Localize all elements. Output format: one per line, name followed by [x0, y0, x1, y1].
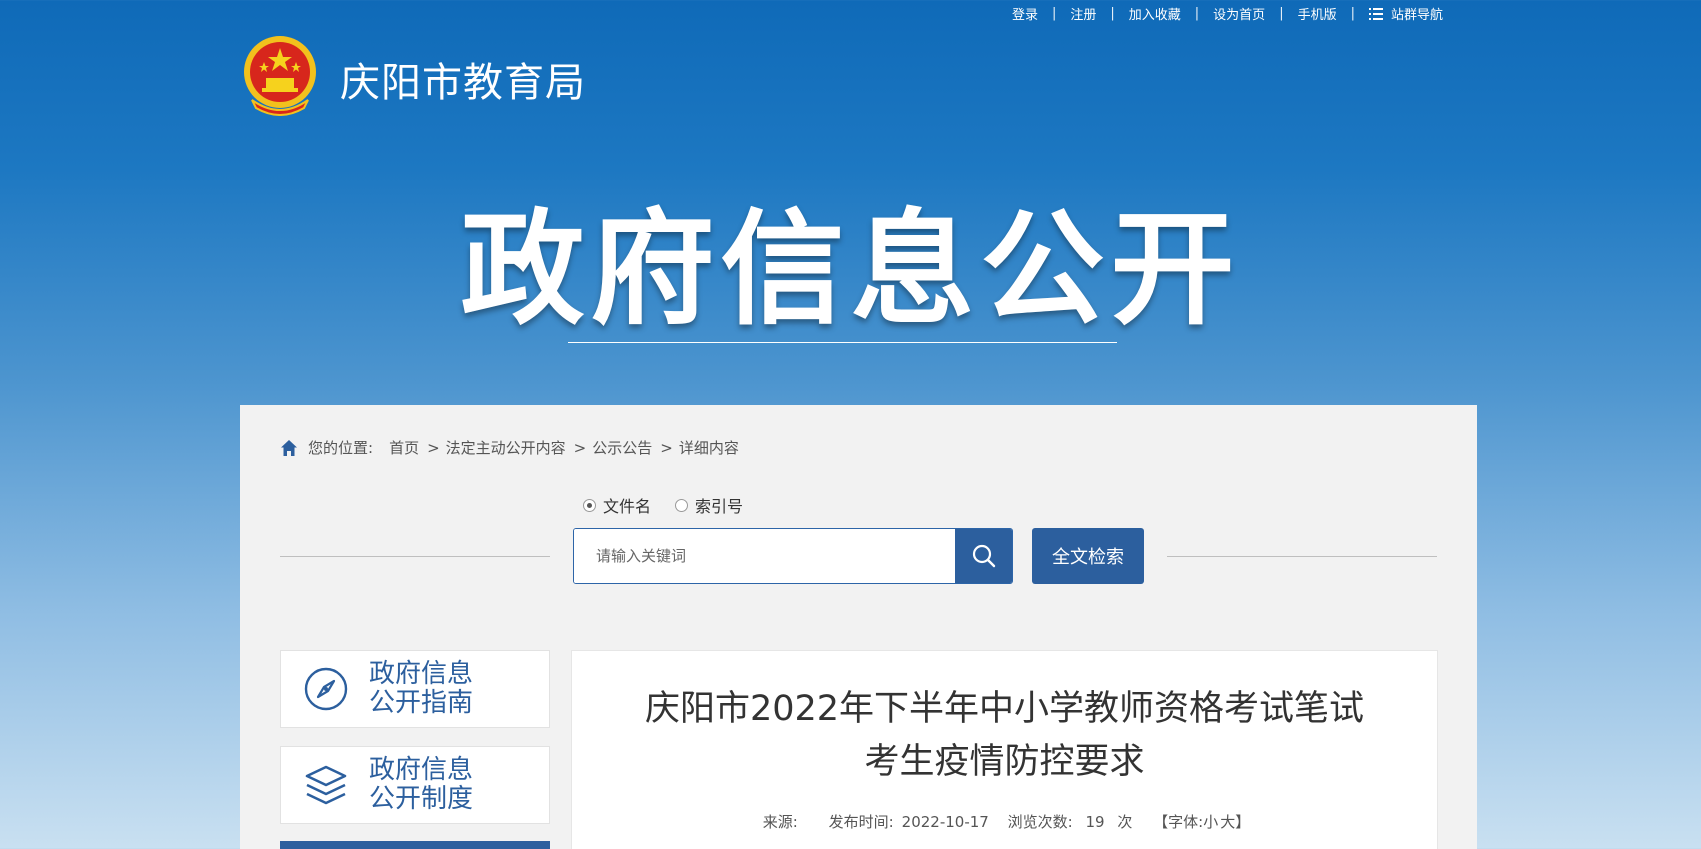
separator: |	[1051, 6, 1057, 21]
font-size-label: 【字体:	[1153, 813, 1204, 831]
site-nav-label: 站群导航	[1390, 8, 1443, 23]
font-large-button[interactable]: 大	[1220, 813, 1235, 831]
divider-left	[280, 556, 550, 557]
breadcrumb-separator: >	[427, 438, 440, 457]
full-text-search-button[interactable]: 全文检索	[1032, 528, 1144, 584]
main-panel: 您的位置: 首页 > 法定主动公开内容 > 公示公告 > 详细内容 文件名 索引…	[240, 405, 1477, 849]
sidebar-item-disclosure-system[interactable]: 政府信息公开制度	[280, 746, 550, 824]
home-icon	[281, 439, 297, 456]
radio-index-label: 索引号	[695, 497, 744, 516]
search-input[interactable]	[574, 529, 955, 583]
publish-date: 2022-10-17	[901, 813, 989, 831]
national-emblem-icon	[244, 36, 316, 116]
sidebar-item-active[interactable]	[280, 841, 550, 849]
set-homepage-link[interactable]: 设为首页	[1199, 4, 1279, 23]
breadcrumb-separator: >	[660, 438, 673, 457]
font-small-button[interactable]: 小	[1203, 813, 1218, 831]
site-name: 庆阳市教育局	[340, 60, 586, 106]
breadcrumb-legal-disclosure[interactable]: 法定主动公开内容	[446, 437, 566, 458]
search-icon	[972, 544, 995, 568]
sidebar-item-disclosure-guide[interactable]: 政府信息公开指南	[280, 650, 550, 728]
site-nav-link[interactable]: 站群导航	[1355, 4, 1457, 23]
search-box	[573, 528, 1013, 584]
divider-right	[1167, 556, 1437, 557]
views-label: 浏览次数:	[1007, 813, 1073, 831]
register-link[interactable]: 注册	[1056, 4, 1110, 23]
article-card: 庆阳市2022年下半年中小学教师资格考试笔试考生疫情防控要求 来源: 发布时间:…	[571, 650, 1438, 849]
radio-dot[interactable]	[675, 498, 689, 512]
radio-index-number[interactable]: 索引号	[675, 493, 743, 517]
source-label: 来源:	[762, 813, 798, 831]
breadcrumb-announcements[interactable]: 公示公告	[592, 437, 652, 458]
search-button[interactable]	[955, 529, 1012, 583]
separator: |	[1350, 6, 1355, 21]
layers-icon	[305, 765, 347, 805]
separator: |	[1279, 6, 1284, 21]
breadcrumb-separator: >	[573, 438, 587, 457]
separator: |	[1194, 6, 1200, 21]
login-link[interactable]: 登录	[998, 4, 1052, 23]
views-unit: 次	[1117, 813, 1133, 831]
top-links-bar: 登录 | 注册 | 加入收藏 | 设为首页 | 手机版 | 站群导航	[998, 4, 1457, 23]
separator: |	[1110, 6, 1115, 21]
article-title: 庆阳市2022年下半年中小学教师资格考试笔试考生疫情防控要求	[644, 689, 1365, 782]
radio-dot-checked[interactable]	[583, 498, 596, 512]
breadcrumb-home[interactable]: 首页	[389, 437, 419, 458]
breadcrumb-current: 详细内容	[678, 439, 739, 457]
mobile-version-link[interactable]: 手机版	[1284, 4, 1351, 23]
breadcrumb-label: 您的位置:	[308, 439, 374, 457]
banner-title: 政府信息公开	[460, 198, 1241, 342]
search-type-options: 文件名 索引号	[583, 493, 767, 517]
list-icon	[1368, 8, 1383, 20]
views-count: 19	[1085, 813, 1105, 831]
radio-filename-label: 文件名	[603, 497, 652, 516]
sidebar-item-label: 政府信息公开制度	[369, 755, 474, 814]
compass-icon	[304, 667, 348, 711]
date-label: 发布时间:	[828, 813, 894, 831]
breadcrumb: 您的位置: 首页 > 法定主动公开内容 > 公示公告 > 详细内容	[280, 437, 739, 458]
font-size-close: 】	[1235, 813, 1251, 831]
article-meta: 来源: 发布时间: 2022-10-17 浏览次数: 19 次 【字体:小 大】	[572, 811, 1437, 832]
add-favorite-link[interactable]: 加入收藏	[1115, 4, 1195, 23]
sidebar-item-label: 政府信息公开指南	[369, 659, 474, 718]
banner-underline	[568, 342, 1117, 343]
radio-filename[interactable]: 文件名	[583, 493, 651, 517]
